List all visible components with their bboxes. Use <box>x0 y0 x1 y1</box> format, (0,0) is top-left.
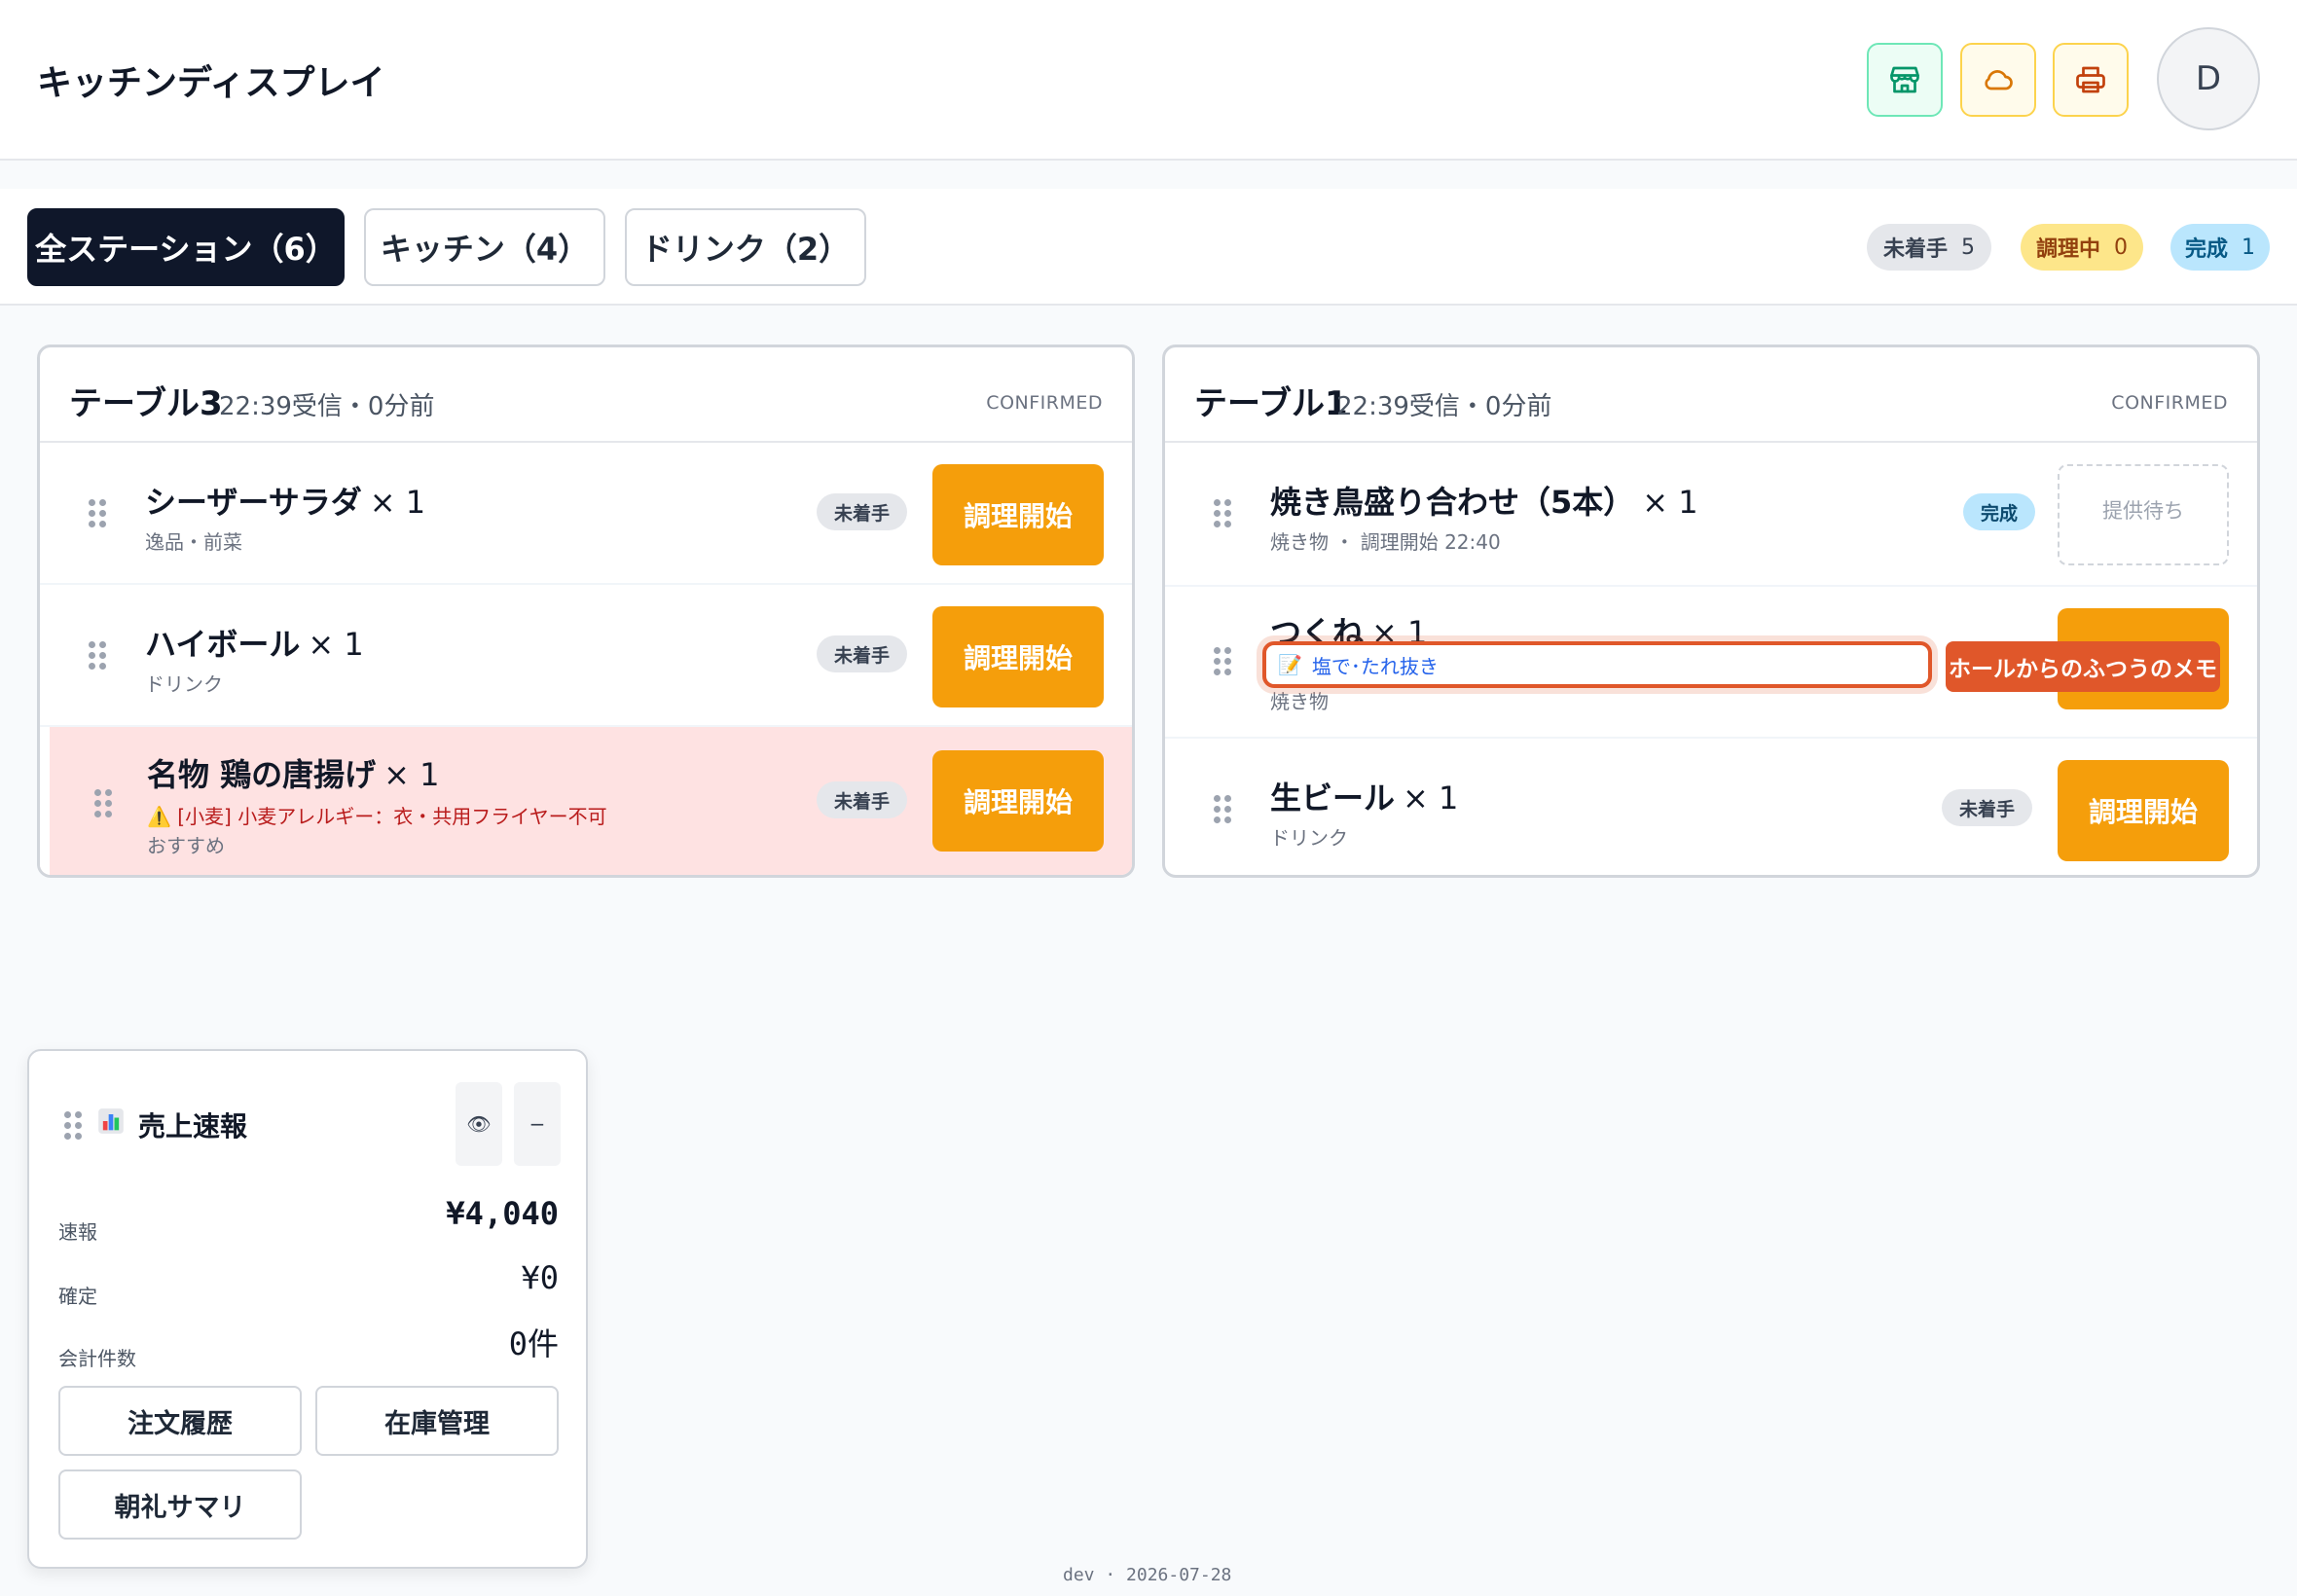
printer-button[interactable] <box>2053 43 2129 117</box>
item-category: 逸品・前菜 <box>145 530 242 554</box>
done-label: 完成 <box>2184 237 2228 262</box>
station-filter-bar: 全ステーション（6） キッチン（4） ドリンク（2） 未着手 5 調理中 0 完… <box>0 189 2297 306</box>
status-badge: 未着手 <box>817 781 908 818</box>
eye-icon: 👁 <box>466 1112 492 1136</box>
order-card-header: テーブル1 22:39受信・0分前 CONFIRMED <box>1165 347 2257 443</box>
flash-sales-label: 速報 <box>58 1220 97 1244</box>
memo-icon: 📝 <box>1278 653 1302 676</box>
order-item-row: 生ビール × 1 ドリンク 未着手 調理開始 <box>1165 739 2257 875</box>
drag-handle-icon[interactable] <box>89 641 106 670</box>
drag-handle-icon[interactable] <box>64 1111 82 1140</box>
item-category: ドリンク <box>1270 826 1348 850</box>
tab-drink[interactable]: ドリンク（2） <box>625 208 866 286</box>
item-name: 焼き鳥盛り合わせ（5本） × 1 <box>1270 484 1698 521</box>
page-title: キッチンディスプレイ <box>37 63 385 103</box>
bar-chart-icon <box>98 1108 124 1134</box>
cooking-label: 調理中 <box>2035 237 2100 262</box>
status-badge: 未着手 <box>817 493 908 530</box>
printer-icon <box>2076 66 2105 93</box>
start-cooking-button[interactable]: 調理開始 <box>2058 760 2229 861</box>
item-category: 焼き物 ・ 調理開始 22:40 <box>1270 530 1501 554</box>
order-item-row: ハイボール × 1 ドリンク 未着手 調理開始 <box>40 585 1132 727</box>
flash-sales-value: ¥4,040 <box>446 1195 559 1232</box>
status-badge: 完成 <box>1963 493 2036 530</box>
status-badge: 未着手 <box>817 635 908 672</box>
cooking-count-badge: 調理中 0 <box>2021 224 2143 271</box>
checkout-count-label: 会計件数 <box>58 1347 136 1370</box>
order-item-row-allergy: 名物 鶏の唐揚げ × 1 ⚠️ [小麦] 小麦アレルギー：衣・共用フライヤー不可 … <box>40 727 1132 875</box>
user-avatar[interactable]: D <box>2157 27 2260 130</box>
order-card-table-1: テーブル1 22:39受信・0分前 CONFIRMED 焼き鳥盛り合わせ（5本）… <box>1162 345 2260 878</box>
order-card-table-3: テーブル3 22:39受信・0分前 CONFIRMED シーザーサラダ × 1 逸… <box>37 345 1135 878</box>
awaiting-service-slot: 提供待ち <box>2058 464 2229 565</box>
morning-summary-button[interactable]: 朝礼サマリ <box>58 1469 302 1540</box>
allergy-warning: ⚠️ [小麦] 小麦アレルギー：衣・共用フライヤー不可 <box>147 805 607 828</box>
drag-handle-icon[interactable] <box>94 789 112 817</box>
item-category: 焼き物 <box>1270 690 1329 713</box>
drag-handle-icon[interactable] <box>89 499 106 527</box>
order-card-header: テーブル3 22:39受信・0分前 CONFIRMED <box>40 347 1132 443</box>
received-time: 22:39受信・0分前 <box>1336 392 1552 421</box>
item-category: ドリンク <box>145 672 223 696</box>
app-header: キッチンディスプレイ D <box>0 0 2297 161</box>
start-cooking-button[interactable]: 調理開始 <box>932 750 1104 852</box>
minus-icon: − <box>529 1112 546 1136</box>
order-history-button[interactable]: 注文履歴 <box>58 1386 302 1456</box>
confirmed-sales-label: 確定 <box>58 1285 97 1308</box>
pending-count: 5 <box>1961 235 1975 260</box>
order-item-row: シーザーサラダ × 1 逸品・前菜 未着手 調理開始 <box>40 443 1132 585</box>
table-title: テーブル3 <box>69 384 223 423</box>
table-title: テーブル1 <box>1194 384 1348 423</box>
sales-panel-title: 売上速報 <box>138 1110 248 1143</box>
pending-count-badge: 未着手 5 <box>1867 224 1991 271</box>
tab-kitchen[interactable]: キッチン（4） <box>364 208 605 286</box>
done-count-badge: 完成 1 <box>2170 224 2270 271</box>
item-name: シーザーサラダ × 1 <box>145 484 426 521</box>
order-item-row: 焼き鳥盛り合わせ（5本） × 1 焼き物 ・ 調理開始 22:40 完成 提供待ち <box>1165 443 2257 587</box>
checkout-count-value: 0件 <box>508 1325 559 1362</box>
order-status: CONFIRMED <box>2111 392 2228 414</box>
drag-handle-icon[interactable] <box>1214 647 1231 675</box>
confirmed-sales-value: ¥0 <box>521 1259 559 1296</box>
sales-flash-panel: 売上速報 👁 − 速報 ¥4,040 確定 ¥0 会計件数 0件 注文履歴 在庫… <box>27 1049 588 1569</box>
build-info: dev · 2026-07-28 <box>1063 1565 1232 1585</box>
done-count: 1 <box>2242 235 2255 260</box>
item-name: 名物 鶏の唐揚げ × 1 <box>147 756 440 793</box>
item-name: 生ビール × 1 <box>1270 780 1459 816</box>
drag-handle-icon[interactable] <box>1214 795 1231 823</box>
start-cooking-button[interactable]: 調理開始 <box>932 464 1104 565</box>
order-status: CONFIRMED <box>986 392 1103 414</box>
cloud-sync-button[interactable] <box>1960 43 2036 117</box>
cooking-count: 0 <box>2114 235 2128 260</box>
memo-text: 塩で･たれ抜き <box>1311 654 1439 678</box>
hall-memo-field[interactable]: 📝 塩で･たれ抜き <box>1262 641 1932 688</box>
drag-handle-icon[interactable] <box>1214 499 1231 527</box>
inventory-button[interactable]: 在庫管理 <box>315 1386 559 1456</box>
status-badge: 未着手 <box>1942 789 2033 826</box>
pending-label: 未着手 <box>1882 237 1948 262</box>
tab-all-stations[interactable]: 全ステーション（6） <box>27 208 345 286</box>
store-button[interactable] <box>1867 43 1943 117</box>
memo-type-tag: ホールからのふつうのメモ <box>1946 641 2220 692</box>
cloud-icon <box>1985 70 2013 91</box>
store-icon <box>1890 66 1919 93</box>
received-time: 22:39受信・0分前 <box>219 392 435 421</box>
minimize-button[interactable]: − <box>514 1082 561 1166</box>
item-category: おすすめ <box>147 834 225 857</box>
item-name: ハイボール × 1 <box>145 626 364 663</box>
start-cooking-button[interactable]: 調理開始 <box>932 606 1104 707</box>
toggle-visibility-button[interactable]: 👁 <box>456 1082 502 1166</box>
